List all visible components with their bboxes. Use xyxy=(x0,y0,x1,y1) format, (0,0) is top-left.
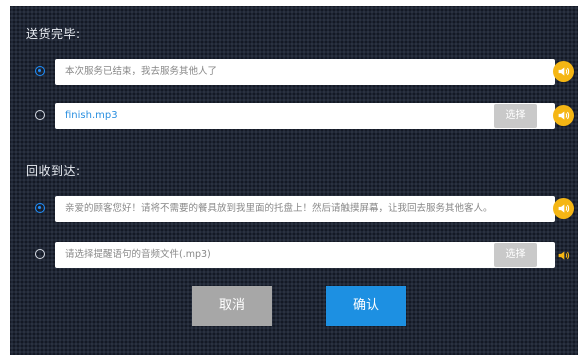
settings-panel: 送货完毕: 本次服务已结束，我去服务其他人了 finish.mp3 选择 回收到… xyxy=(10,6,578,355)
cancel-button[interactable]: 取消 xyxy=(192,286,272,326)
speaker-icon[interactable] xyxy=(553,105,574,126)
confirm-button[interactable]: 确认 xyxy=(326,286,406,326)
radio-recycle-text[interactable] xyxy=(35,203,45,213)
section-title-recycle-arrive: 回收到达: xyxy=(26,164,81,178)
speaker-icon[interactable] xyxy=(553,198,574,219)
section-title-delivery-done: 送货完毕: xyxy=(26,27,81,41)
radio-recycle-file[interactable] xyxy=(35,249,45,259)
recycle-text-input[interactable]: 亲爱的顾客您好！请将不需要的餐具放到我里面的托盘上！然后请触摸屏幕，让我回去服务… xyxy=(55,196,555,222)
speaker-icon[interactable] xyxy=(556,248,570,262)
recycle-file-placeholder: 请选择提醒语句的音频文件(.mp3) xyxy=(65,249,211,260)
recycle-pick-button[interactable]: 选择 xyxy=(494,243,537,267)
radio-delivery-file[interactable] xyxy=(35,110,45,120)
delivery-pick-button[interactable]: 选择 xyxy=(494,104,537,128)
recycle-file-input[interactable]: 请选择提醒语句的音频文件(.mp3) xyxy=(55,242,555,268)
speaker-icon[interactable] xyxy=(553,61,574,82)
delivery-text-value: 本次服务已结束，我去服务其他人了 xyxy=(65,66,218,77)
recycle-text-value: 亲爱的顾客您好！请将不需要的餐具放到我里面的托盘上！然后请触摸屏幕，让我回去服务… xyxy=(65,203,493,214)
delivery-file-input[interactable]: finish.mp3 xyxy=(55,103,555,129)
delivery-file-value: finish.mp3 xyxy=(65,110,118,121)
delivery-text-input[interactable]: 本次服务已结束，我去服务其他人了 xyxy=(55,59,555,85)
radio-delivery-text[interactable] xyxy=(35,66,45,76)
